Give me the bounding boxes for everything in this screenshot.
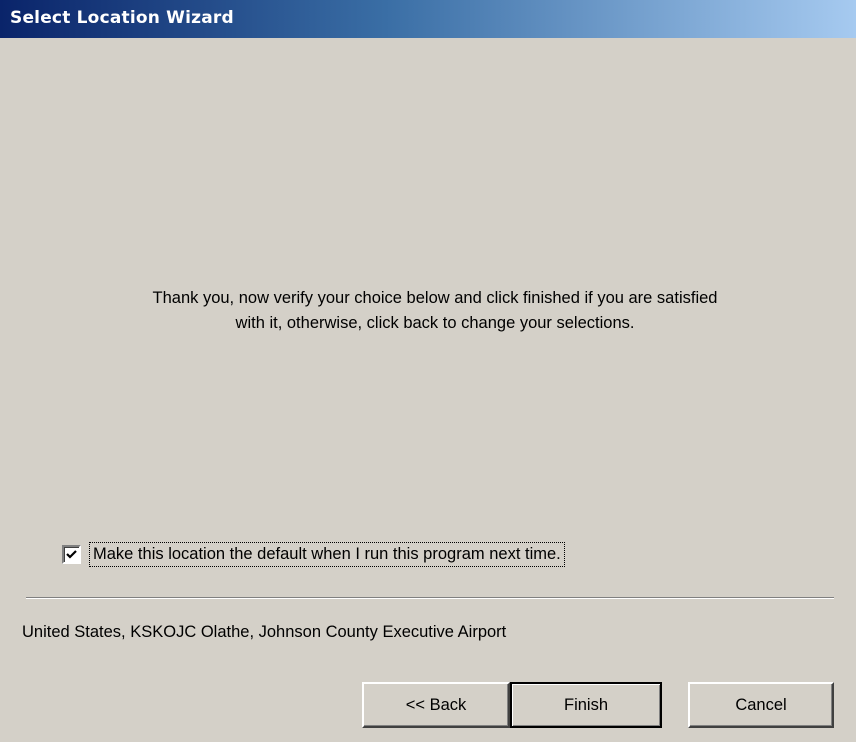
wizard-window: Select Location Wizard Thank you, now ve… (0, 0, 856, 742)
finish-button[interactable]: Finish (510, 682, 662, 728)
window-title: Select Location Wizard (10, 8, 234, 28)
separator-line (26, 597, 834, 599)
checkmark-icon (66, 549, 77, 559)
instruction-line-1: Thank you, now verify your choice below … (152, 289, 718, 307)
instruction-line-2: with it, otherwise, click back to change… (235, 314, 635, 332)
default-location-label[interactable]: Make this location the default when I ru… (89, 541, 565, 567)
cancel-button[interactable]: Cancel (688, 682, 834, 728)
default-location-checkbox[interactable] (62, 544, 81, 564)
title-bar[interactable]: Select Location Wizard (0, 0, 856, 38)
instruction-message: Thank you, now verify your choice below … (40, 286, 830, 336)
default-location-option[interactable]: Make this location the default when I ru… (62, 540, 565, 568)
back-button[interactable]: << Back (362, 682, 510, 728)
selected-location-text: United States, KSKOJC Olathe, Johnson Co… (22, 623, 507, 641)
